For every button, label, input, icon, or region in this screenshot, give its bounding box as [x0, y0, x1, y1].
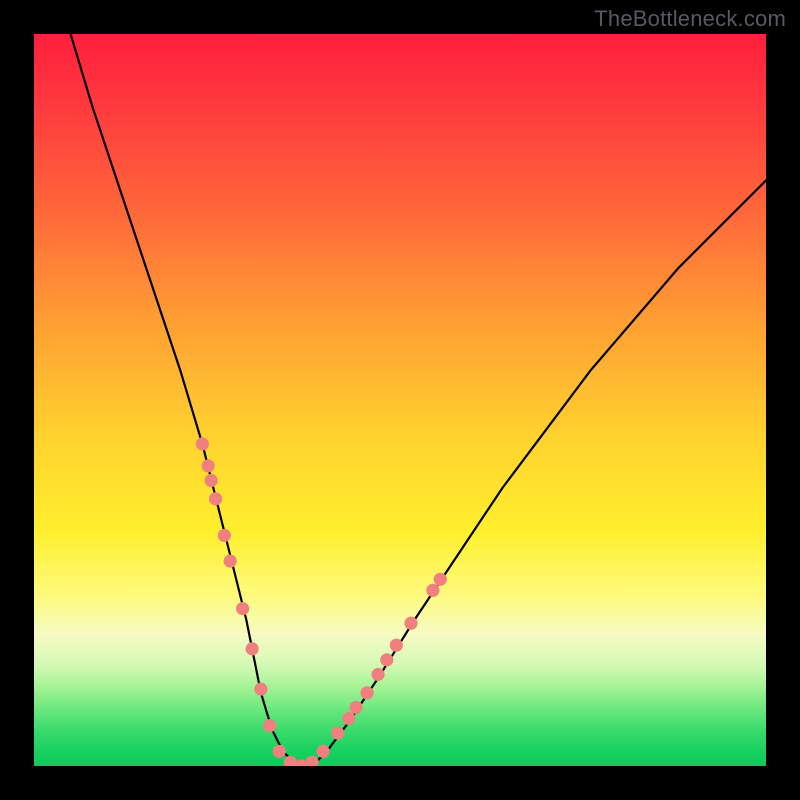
marker-dot — [342, 712, 355, 725]
marker-dot — [404, 617, 417, 630]
marker-dot — [317, 745, 330, 758]
marker-dot — [331, 726, 344, 739]
marker-dot — [426, 584, 439, 597]
plot-area — [34, 34, 766, 766]
marker-dot — [273, 745, 286, 758]
marker-dot — [205, 474, 218, 487]
marker-dot — [224, 554, 237, 567]
chart-svg — [34, 34, 766, 766]
watermark-text: TheBottleneck.com — [594, 6, 786, 32]
marker-dot — [349, 701, 362, 714]
marker-dot — [306, 756, 319, 766]
marker-dot — [254, 683, 267, 696]
curve-line — [71, 34, 766, 766]
marker-dot — [209, 492, 222, 505]
marker-dot — [263, 719, 276, 732]
marker-dot — [390, 639, 403, 652]
marker-dot — [202, 459, 215, 472]
marker-dot — [380, 653, 393, 666]
marker-dot — [196, 437, 209, 450]
marker-dot — [434, 573, 447, 586]
chart-frame: TheBottleneck.com — [0, 0, 800, 800]
marker-dot — [371, 668, 384, 681]
marker-dot — [360, 686, 373, 699]
marker-dot — [246, 642, 259, 655]
marker-group — [196, 437, 447, 766]
marker-dot — [218, 529, 231, 542]
marker-dot — [236, 602, 249, 615]
